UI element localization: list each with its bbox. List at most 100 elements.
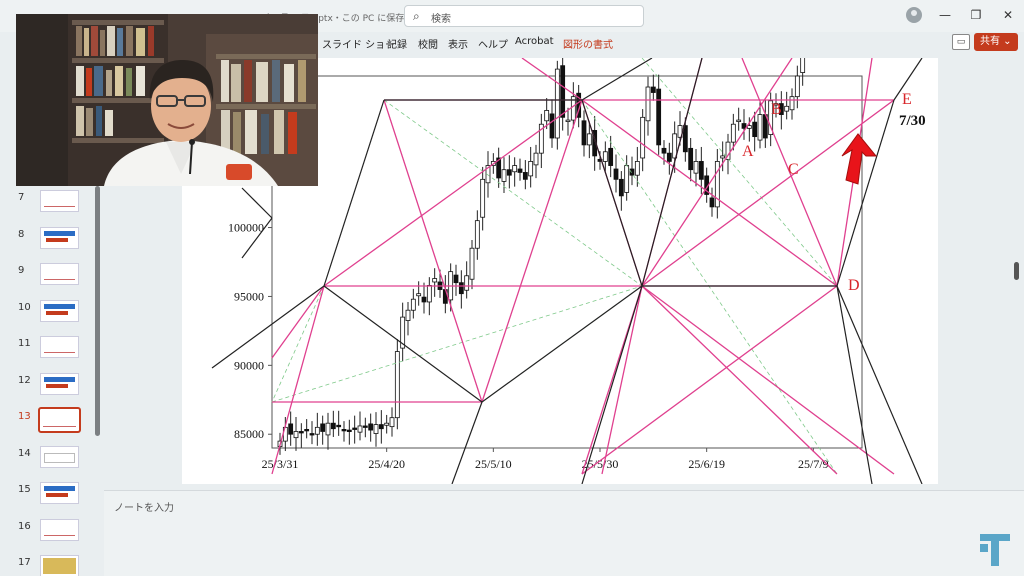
slide-thumbnail-16[interactable]: 16 [0,518,100,549]
search-box[interactable]: ⌕ 検索 [404,5,644,27]
candle-body [304,428,310,432]
pink-line [641,285,838,475]
candle-body [421,296,427,303]
minimize-button[interactable]: — [935,8,955,22]
slide-preview[interactable] [40,336,79,358]
pink-line [323,99,583,287]
tab-help[interactable]: ヘルプ [478,36,508,51]
close-button[interactable]: ✕ [998,8,1018,22]
comment-icon[interactable]: ▭ [952,34,970,50]
slide-thumbnail-7[interactable]: 7 [0,190,100,220]
slide-number: 10 [18,301,31,313]
candle-body [789,96,795,111]
candle-body [650,86,656,93]
slide-preview[interactable] [40,372,79,395]
notes-pane[interactable]: ノートを入力 [104,490,1024,576]
candle-body [416,293,422,297]
candle-body [293,431,299,439]
candle-body [384,422,390,426]
slide-preview[interactable] [40,190,79,212]
structure-line [451,401,483,485]
guide-line [271,285,643,403]
candle-body [586,133,592,146]
presenter-webcam [16,14,318,186]
notes-placeholder: ノートを入力 [114,503,174,514]
y-tick-label: 85000 [234,427,264,441]
candle-body [474,220,480,249]
structure-line [836,285,873,485]
candle-body [378,424,384,430]
avatar[interactable] [906,7,922,23]
candle-body [341,428,347,432]
slide-preview[interactable] [40,445,79,468]
tab-view[interactable]: 表示 [448,36,468,51]
structure-line [836,99,895,287]
slide-thumbnail-12[interactable]: 12 [0,372,100,403]
slide-number: 11 [18,338,31,349]
slide-thumbnail-14[interactable]: 14 [0,445,100,476]
candle-body [736,119,742,122]
annotation-label: B [771,101,782,118]
slide-number: 14 [18,447,31,459]
slide-number: 16 [18,520,31,532]
tab-record[interactable]: 記録 [387,36,407,51]
candle-body [645,86,651,122]
x-tick-label: 25/4/20 [368,457,405,471]
slide-number: 8 [18,228,25,240]
maximize-button[interactable]: ❐ [966,8,986,22]
search-icon: ⌕ [413,9,420,23]
thumbnail-scrollbar[interactable] [95,186,100,436]
candle-body [709,197,715,208]
annotation-label: D [848,277,860,294]
structure-line [211,285,325,369]
candle-body [501,169,507,182]
structure-line [836,285,923,485]
candle-body [757,114,763,141]
candle-body [544,110,550,122]
candle-body [800,34,806,73]
x-tick-label: 25/6/19 [688,457,725,471]
guide-line [581,99,838,475]
slide-preview[interactable] [40,299,79,322]
slide-thumbnail-15[interactable]: 15 [0,482,100,512]
candle-body [602,151,608,162]
structure-line [481,285,643,403]
pink-line [481,99,583,403]
tab-shape-format[interactable]: 図形の書式 [563,36,613,51]
candle-body [298,431,304,434]
pink-line [641,57,793,287]
tab-slideshow[interactable]: スライド ショー [322,36,395,51]
slide-preview[interactable] [40,226,79,249]
candle-body [693,161,699,174]
share-button[interactable]: 共有 ⌄ [974,33,1018,51]
slide-thumbnail-17[interactable]: 17 [0,555,100,576]
candle-body [565,119,571,122]
candle-body [453,274,459,284]
slide-preview[interactable] [38,407,81,433]
candle-body [330,422,336,430]
candle-body [325,422,331,436]
slide-thumbnail-9[interactable]: 9 [0,263,100,293]
slide-thumbnail-8[interactable]: 8 [0,226,100,257]
editor-scrollbar[interactable] [1014,262,1019,280]
candle-body [533,152,539,166]
slide-thumbnail-10[interactable]: 10 [0,299,100,330]
x-tick-label: 25/5/10 [475,457,512,471]
tab-review[interactable]: 校閲 [418,36,438,51]
tab-acrobat[interactable]: Acrobat [515,36,554,47]
candle-body [682,125,688,153]
slide-thumbnail-13[interactable]: 13 [0,407,100,439]
slide-preview[interactable] [40,482,79,504]
candle-body [288,423,294,435]
candle-body [517,168,523,173]
slide-preview[interactable] [40,518,79,541]
candle-body [752,121,758,138]
slide-preview[interactable] [40,555,79,576]
pink-line [521,57,583,101]
candle-body [528,161,534,177]
slide-thumbnail-11[interactable]: 11 [0,336,100,366]
candle-body [458,282,464,295]
candle-body [469,247,475,280]
slide-preview[interactable] [40,263,79,285]
candle-body [624,165,630,193]
